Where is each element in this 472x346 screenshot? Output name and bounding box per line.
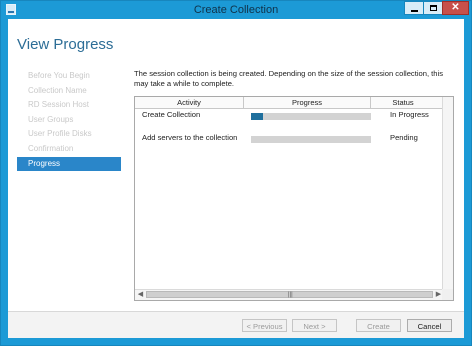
minimize-icon xyxy=(411,9,418,12)
scroll-left-arrow-icon[interactable]: ◀ xyxy=(135,290,146,300)
next-button[interactable]: Next > xyxy=(292,319,337,332)
create-collection-window: Create Collection ✕ View Progress Before… xyxy=(0,0,472,346)
scrollbar-corner xyxy=(442,289,453,300)
nav-item-user-groups: User Groups xyxy=(28,114,74,124)
column-header-activity[interactable]: Activity xyxy=(135,97,244,108)
column-header-status[interactable]: Status xyxy=(371,97,435,108)
activity-cell: Add servers to the collection xyxy=(142,133,238,142)
maximize-button[interactable] xyxy=(423,1,444,15)
nav-item-rd-session-host: RD Session Host xyxy=(28,100,89,110)
horizontal-scrollbar[interactable]: ◀ ||| ▶ xyxy=(135,289,444,300)
nav-item-progress[interactable]: Progress xyxy=(17,156,121,171)
status-cell: Pending xyxy=(390,133,418,142)
activity-cell: Create Collection xyxy=(142,110,201,119)
page-title: View Progress xyxy=(17,36,114,53)
table-row: Create Collection In Progress xyxy=(135,110,442,122)
cancel-button[interactable]: Cancel xyxy=(407,319,452,332)
maximize-icon xyxy=(430,5,437,11)
close-button[interactable]: ✕ xyxy=(442,1,469,15)
progress-bar xyxy=(251,113,371,120)
column-header-progress[interactable]: Progress xyxy=(244,97,371,108)
title-bar[interactable]: Create Collection ✕ xyxy=(1,1,471,19)
nav-item-collection-name: Collection Name xyxy=(28,85,87,95)
table-header: Activity Progress Status xyxy=(135,97,442,109)
scrollbar-thumb[interactable]: ||| xyxy=(146,291,433,298)
previous-button[interactable]: < Previous xyxy=(242,319,287,332)
grip-icon: ||| xyxy=(288,292,293,298)
close-icon: ✕ xyxy=(451,2,460,13)
minimize-button[interactable] xyxy=(404,1,425,15)
window-title: Create Collection xyxy=(193,4,279,16)
wizard-nav: Before You Begin Collection Name RD Sess… xyxy=(17,69,121,171)
progress-table: Activity Progress Status Create Collecti… xyxy=(134,96,454,301)
nav-item-confirmation: Confirmation xyxy=(28,143,74,153)
vertical-scrollbar[interactable] xyxy=(442,97,453,289)
create-button[interactable]: Create xyxy=(356,319,401,332)
status-cell: In Progress xyxy=(390,110,429,119)
nav-item-user-profile-disks: User Profile Disks xyxy=(28,129,92,139)
progress-bar xyxy=(251,136,371,143)
progress-bar-fill xyxy=(251,113,263,120)
table-row: Add servers to the collection Pending xyxy=(135,133,442,145)
nav-item-before-you-begin: Before You Begin xyxy=(28,71,90,80)
wizard-body: View Progress Before You Begin Collectio… xyxy=(8,19,464,338)
wizard-footer: < Previous Next > Create Cancel xyxy=(8,311,464,338)
progress-description: The session collection is being created.… xyxy=(134,69,443,88)
